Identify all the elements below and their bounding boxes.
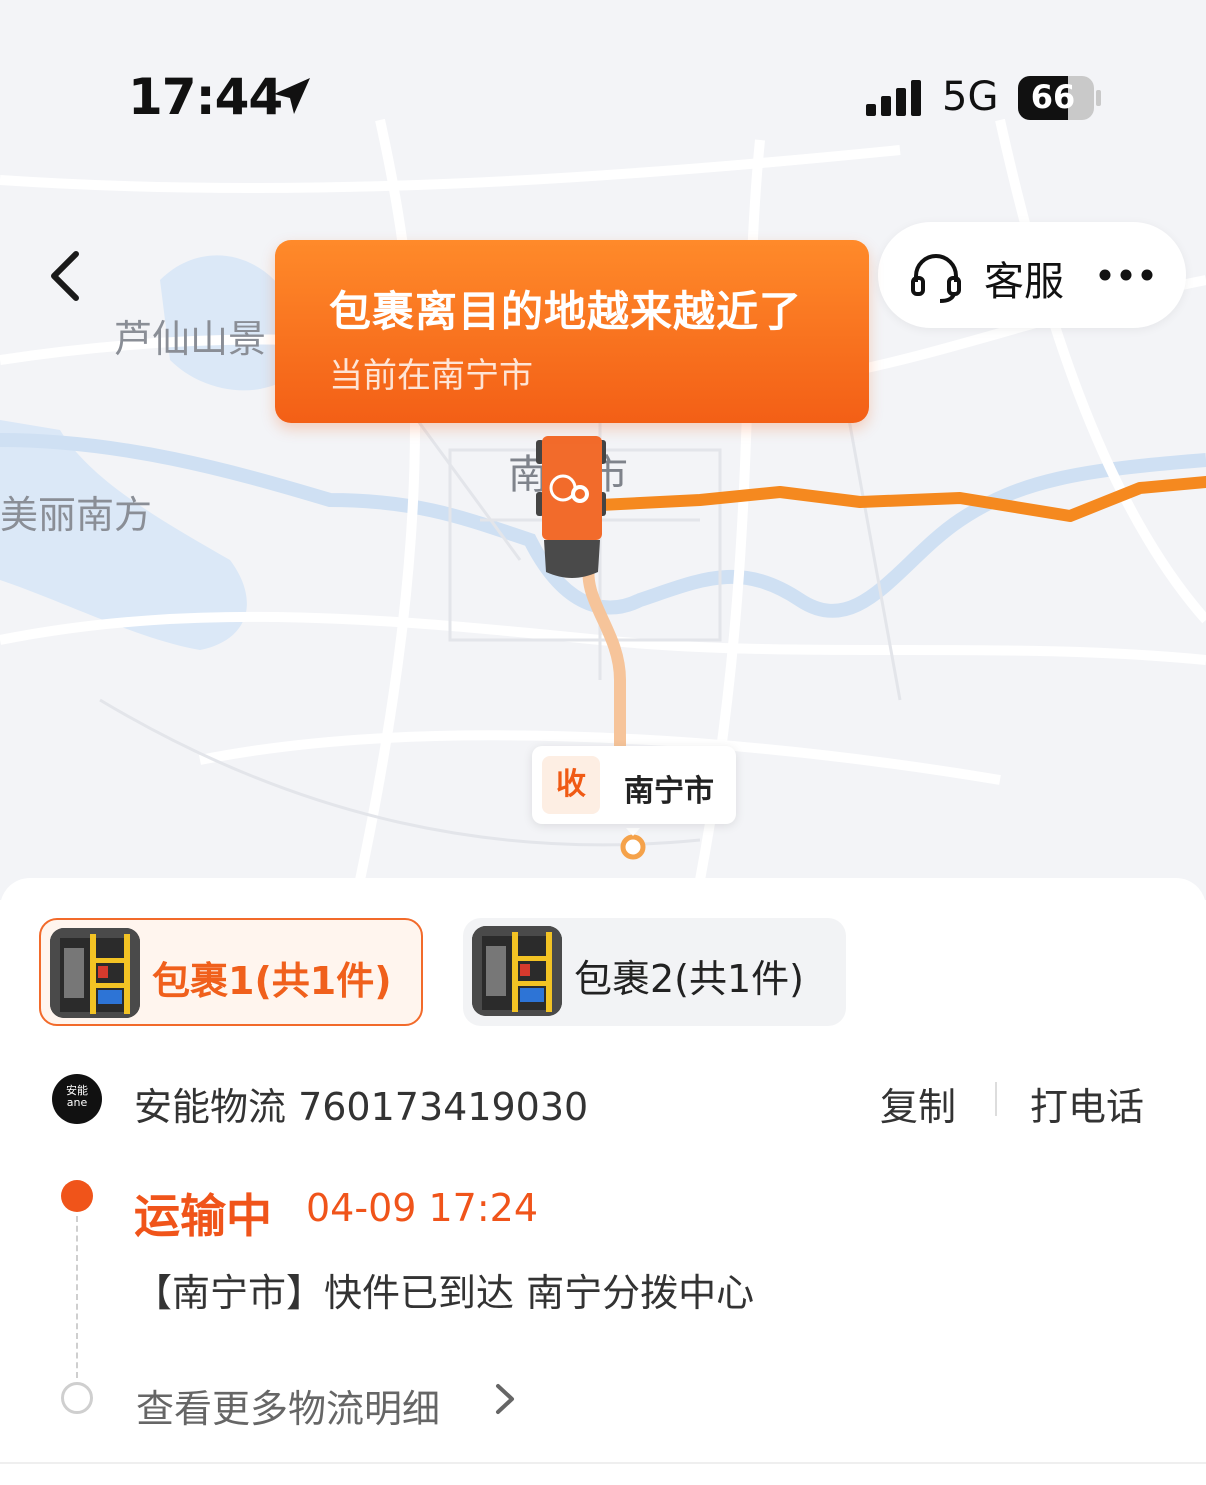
- battery-level: 66: [1030, 78, 1076, 116]
- chevron-right-icon[interactable]: [490, 1382, 520, 1416]
- headset-icon[interactable]: [908, 248, 964, 304]
- truck-icon: [536, 436, 606, 578]
- tracking-time: 04-09 17:24: [306, 1186, 539, 1230]
- bottom-divider: [0, 1462, 1206, 1464]
- timeline-more-dot: [61, 1382, 93, 1414]
- network-type: 5G: [942, 74, 999, 120]
- call-button[interactable]: 打电话: [1030, 1076, 1144, 1131]
- timeline-current-dot: [61, 1180, 93, 1212]
- divider: [995, 1082, 997, 1116]
- banner-title: 包裹离目的地越来越近了: [329, 287, 803, 336]
- tab-label: 包裹2(共1件): [574, 957, 805, 1001]
- receiver-tag: 收 南宁市: [532, 746, 736, 824]
- location-arrow-icon: [274, 78, 310, 114]
- receiver-city: 南宁市: [624, 774, 714, 809]
- carrier-logo-sub: ane: [66, 1096, 88, 1109]
- destination-pin-icon: [620, 834, 646, 860]
- map-label-meili: 美丽南方: [0, 495, 152, 537]
- package-thumbnail: [472, 926, 562, 1016]
- more-icon[interactable]: [1098, 268, 1158, 282]
- map-label-lushan: 芦仙山景: [114, 319, 266, 361]
- back-button[interactable]: [40, 240, 100, 310]
- more-details-link[interactable]: 查看更多物流明细: [136, 1378, 440, 1433]
- carrier-logo: 安能 ane: [52, 1074, 102, 1124]
- timeline-line: [76, 1216, 78, 1378]
- status-time: 17:44: [128, 68, 283, 126]
- banner-subtitle: 当前在南宁市: [329, 356, 533, 396]
- back-chevron-icon: [51, 251, 79, 301]
- tracking-number: 安能物流 760173419030: [134, 1085, 589, 1129]
- customer-service-button[interactable]: 客服: [984, 249, 1064, 307]
- tab-label: 包裹1(共1件): [152, 959, 392, 1003]
- signal-icon: [866, 80, 921, 116]
- package-thumbnail: [50, 928, 140, 1018]
- tab-package-1[interactable]: 包裹1(共1件): [39, 918, 423, 1026]
- status-bar: 17:44 5G 66: [0, 0, 1206, 200]
- tab-package-2[interactable]: 包裹2(共1件): [463, 918, 846, 1026]
- customer-service-bar: 客服: [878, 222, 1186, 328]
- receiver-badge: 收: [542, 756, 600, 814]
- tracking-status: 运输中: [134, 1189, 272, 1243]
- status-banner: 包裹离目的地越来越近了 当前在南宁市: [275, 240, 869, 423]
- copy-button[interactable]: 复制: [880, 1076, 956, 1131]
- tracking-description: 【南宁市】快件已到达 南宁分拨中心: [134, 1271, 755, 1315]
